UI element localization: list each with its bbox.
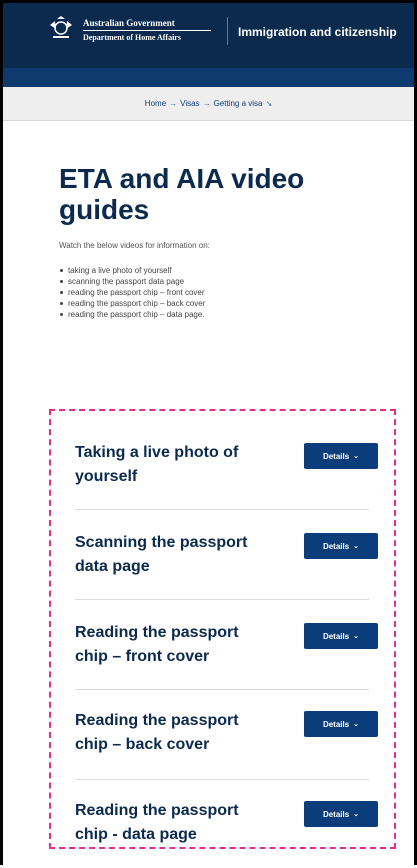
details-button-label: Details [322, 719, 350, 729]
chevron-down-icon: ⌄ [353, 453, 360, 460]
list-item: reading the passport chip – front cover [59, 287, 205, 298]
accordion-item-title: Scanning the passport data page [75, 534, 248, 575]
header-divider [227, 17, 228, 45]
gov-line2: Department of Home Affairs [83, 33, 181, 42]
site-title[interactable]: Immigration and citizenship [238, 25, 397, 39]
chevron-down-icon: ⌄ [353, 543, 360, 550]
chevron-down-icon: ⌄ [353, 811, 360, 818]
topic-list: taking a live photo of yourself scanning… [59, 265, 205, 320]
breadcrumb-getting-a-visa[interactable]: Getting a visa [214, 99, 263, 108]
details-button[interactable]: Details ⌄ [304, 711, 378, 737]
government-logo-text[interactable]: Australian Government Department of Home… [83, 18, 211, 43]
page-frame: Australian Government Department of Home… [0, 0, 417, 865]
coat-of-arms-icon [50, 16, 72, 38]
chevron-down-icon: ⌄ [353, 633, 360, 640]
details-button[interactable]: Details ⌄ [304, 623, 378, 649]
gov-line1: Australian Government [83, 18, 175, 28]
details-button-label: Details [322, 451, 350, 461]
list-item: scanning the passport data page [59, 276, 205, 287]
breadcrumb-arrow-icon: → [169, 99, 178, 108]
divider [75, 509, 369, 510]
breadcrumb-arrow-icon: → [202, 99, 211, 108]
details-button[interactable]: Details ⌄ [304, 533, 378, 559]
accordion-item-title: Taking a live photo of yourself [75, 444, 239, 485]
divider [75, 599, 369, 600]
list-item: reading the passport chip – data page. [59, 309, 205, 320]
list-item: reading the passport chip – back cover [59, 298, 205, 309]
accordion-item-title: Reading the passport chip – back cover [75, 712, 239, 753]
breadcrumb-dropdown-icon[interactable]: ↘ [265, 99, 272, 108]
nav-strip [3, 68, 414, 87]
accordion-item-title: Reading the passport chip – front cover [75, 624, 239, 665]
site-header: Australian Government Department of Home… [3, 3, 414, 68]
divider [75, 689, 369, 690]
logo-rule [83, 30, 211, 31]
breadcrumb-visas[interactable]: Visas [180, 99, 199, 108]
accordion-item-title: Reading the passport chip - data page [75, 802, 239, 843]
list-item: taking a live photo of yourself [59, 265, 205, 276]
intro-text: Watch the below videos for information o… [59, 241, 210, 250]
details-button-label: Details [322, 631, 350, 641]
page-title: ETA and AIA video guides [59, 163, 305, 225]
details-button[interactable]: Details ⌄ [304, 443, 378, 469]
chevron-down-icon: ⌄ [353, 721, 360, 728]
breadcrumb-home[interactable]: Home [145, 99, 166, 108]
divider [75, 779, 369, 780]
breadcrumb: Home → Visas → Getting a visa ↘ [3, 87, 414, 121]
details-button-label: Details [322, 541, 350, 551]
details-button[interactable]: Details ⌄ [304, 801, 378, 827]
details-button-label: Details [322, 809, 350, 819]
